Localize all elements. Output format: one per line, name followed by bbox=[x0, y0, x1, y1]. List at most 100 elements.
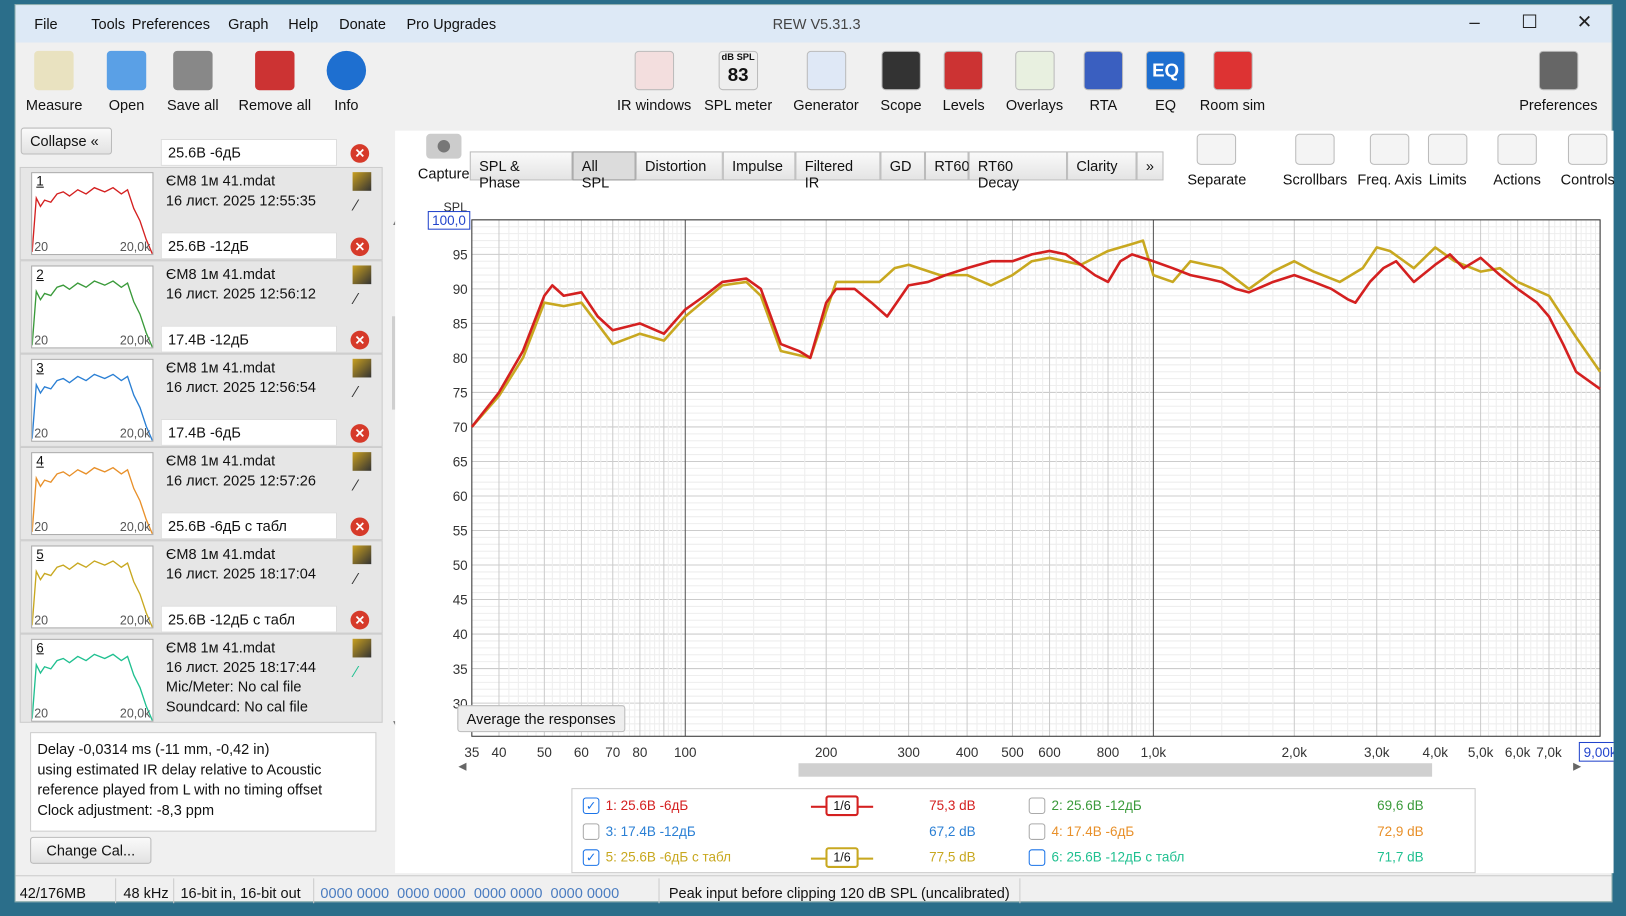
levels-icon bbox=[943, 50, 984, 91]
measurement-thumbnail: 1 20 20,0k bbox=[31, 172, 154, 256]
edit-pen-icon[interactable]: ⁄ bbox=[355, 664, 358, 682]
measurement-file: ЄМ8 1м 41.mdat bbox=[165, 358, 276, 376]
collapse-button[interactable]: Collapse « bbox=[20, 127, 112, 155]
edit-pen-icon[interactable]: ⁄ bbox=[355, 570, 358, 588]
scroll-left-arrow[interactable]: ◀ bbox=[458, 761, 466, 772]
measurement-name-field[interactable]: 25.6В -12дБ bbox=[160, 232, 338, 260]
measurement-thumbnail: 2 20 20,0k bbox=[31, 265, 154, 349]
ir-windows-button[interactable]: IR windows bbox=[617, 50, 691, 113]
legend-label: 1: 25.6В -6дБ bbox=[605, 797, 689, 814]
y-tick-label: 40 bbox=[453, 627, 468, 642]
close-button[interactable]: ✕ bbox=[1569, 11, 1600, 33]
menu-help[interactable]: Help bbox=[288, 16, 318, 33]
remove-measurement-icon[interactable]: ✕ bbox=[350, 330, 370, 350]
limits-button[interactable]: Limits bbox=[1427, 133, 1468, 188]
y-max-label[interactable]: 100,0 bbox=[432, 213, 466, 228]
edit-pen-icon[interactable]: ⁄ bbox=[355, 290, 358, 308]
smoothing-button[interactable]: 1/6 bbox=[825, 847, 859, 868]
save-measurement-icon[interactable] bbox=[352, 638, 372, 658]
tab-impulse[interactable]: Impulse bbox=[722, 151, 796, 181]
smoothing-button[interactable]: 1/6 bbox=[825, 795, 859, 817]
remove-all-button[interactable]: Remove all bbox=[239, 50, 311, 113]
rta-button[interactable]: RTA bbox=[1083, 50, 1124, 113]
tab-filtered-ir[interactable]: Filtered IR bbox=[795, 151, 881, 191]
measurement-name-field[interactable]: 17.4В -12дБ bbox=[160, 325, 338, 353]
maximize-button[interactable]: ☐ bbox=[1514, 11, 1545, 33]
save-measurement-icon[interactable] bbox=[352, 452, 372, 471]
menu-donate[interactable]: Donate bbox=[339, 16, 386, 33]
limits-icon bbox=[1427, 133, 1468, 165]
edit-pen-icon[interactable]: ⁄ bbox=[355, 384, 358, 402]
save-measurement-icon[interactable] bbox=[352, 545, 372, 565]
tab-rt60[interactable]: RT60 bbox=[925, 151, 970, 181]
tab-rt60-decay[interactable]: RT60 Decay bbox=[968, 151, 1068, 191]
legend-panel: ✓ 1: 25.6В -6дБ 1/6 75,3 dB 2: 25.6В -12дБ 69… bbox=[571, 788, 1476, 874]
freq-axis-button[interactable]: Freq. Axis bbox=[1357, 133, 1422, 188]
save-measurement-icon[interactable] bbox=[352, 265, 372, 285]
average-responses-button[interactable]: Average the responses bbox=[457, 705, 626, 733]
generator-icon bbox=[806, 50, 846, 91]
save-measurement-icon[interactable] bbox=[352, 172, 372, 191]
legend-checkbox[interactable] bbox=[1028, 823, 1046, 840]
spl-meter-button[interactable]: dB SPL 83 SPL meter bbox=[704, 50, 772, 113]
controls-button[interactable]: Controls bbox=[1561, 133, 1615, 188]
x-tick-label: 1,0k bbox=[1141, 745, 1167, 760]
info-button[interactable]: Info bbox=[326, 50, 367, 113]
preferences-button[interactable]: Preferences bbox=[1519, 50, 1597, 113]
scroll-right-arrow[interactable]: ▶ bbox=[1573, 761, 1581, 772]
tab-spl-phase[interactable]: SPL & Phase bbox=[469, 151, 573, 191]
measurement-file: ЄМ8 1м 41.mdat bbox=[165, 452, 276, 469]
legend-checkbox[interactable] bbox=[1028, 797, 1046, 815]
room-sim-button[interactable]: Room sim bbox=[1200, 50, 1265, 113]
x-max-label[interactable]: 9,00k bbox=[1584, 745, 1614, 760]
legend-checkbox[interactable] bbox=[582, 823, 600, 840]
generator-button[interactable]: Generator bbox=[793, 50, 859, 113]
remove-measurement-icon[interactable]: ✕ bbox=[350, 144, 370, 163]
tab-gd[interactable]: GD bbox=[880, 151, 926, 181]
status-bar: 42/176MB 48 kHz 16-bit in, 16-bit out 00… bbox=[15, 875, 1612, 904]
measurement-name-field[interactable]: 25.6В -12дБ с табл bbox=[160, 605, 338, 633]
save-all-button[interactable]: Save all bbox=[167, 50, 219, 113]
levels-button[interactable]: Levels bbox=[943, 50, 985, 113]
spl-chart[interactable]: 303540455055606570758085909535 40 50 60 70 80… bbox=[395, 192, 1614, 793]
remove-measurement-icon[interactable]: ✕ bbox=[350, 424, 370, 443]
measurement-name-field[interactable]: 25.6В -6дБ с табл bbox=[160, 512, 338, 540]
menu-graph[interactable]: Graph bbox=[228, 16, 268, 33]
separate-button[interactable]: Separate bbox=[1187, 133, 1246, 188]
x-tick-label: 100 bbox=[674, 745, 696, 760]
remove-measurement-icon[interactable]: ✕ bbox=[350, 517, 370, 537]
x-tick-label: 3,0k bbox=[1364, 745, 1390, 760]
tab-clarity[interactable]: Clarity bbox=[1067, 151, 1137, 181]
scope-button[interactable]: Scope bbox=[880, 50, 922, 113]
horizontal-scrollbar[interactable] bbox=[798, 763, 1433, 777]
menu-file[interactable]: File bbox=[34, 16, 57, 33]
edit-pen-icon[interactable]: ⁄ bbox=[355, 197, 358, 215]
menu-pro-upgrades[interactable]: Pro Upgrades bbox=[407, 16, 497, 33]
measurement-name-field[interactable]: 25.6В -6дБ bbox=[160, 138, 338, 166]
remove-measurement-icon[interactable]: ✕ bbox=[350, 610, 370, 630]
tab-more[interactable]: » bbox=[1136, 151, 1164, 181]
change-cal-button[interactable]: Change Cal... bbox=[30, 836, 152, 864]
edit-pen-icon[interactable]: ⁄ bbox=[355, 477, 358, 495]
tab-distortion[interactable]: Distortion bbox=[635, 151, 723, 181]
menu-tools[interactable]: Tools bbox=[91, 16, 125, 33]
legend-checkbox[interactable] bbox=[1028, 849, 1046, 866]
scrollbars-button[interactable]: Scrollbars bbox=[1283, 133, 1347, 188]
actions-button[interactable]: Actions bbox=[1493, 133, 1541, 188]
legend-checkbox[interactable]: ✓ bbox=[582, 849, 600, 866]
legend-checkbox[interactable]: ✓ bbox=[582, 797, 600, 815]
eq-button[interactable]: EQ EQ bbox=[1145, 50, 1186, 113]
menu-preferences[interactable]: Preferences bbox=[132, 16, 210, 33]
measurement-name-field[interactable]: 17.4В -6дБ bbox=[160, 418, 338, 446]
save-icon bbox=[173, 50, 213, 91]
measure-button[interactable]: Measure bbox=[26, 50, 82, 113]
open-button[interactable]: Open bbox=[106, 50, 147, 113]
capture-button[interactable]: Capture bbox=[418, 133, 470, 181]
tab-all-spl[interactable]: All SPL bbox=[572, 151, 636, 191]
overlays-button[interactable]: Overlays bbox=[1006, 50, 1063, 113]
remove-measurement-icon[interactable]: ✕ bbox=[350, 237, 370, 257]
save-measurement-icon[interactable] bbox=[352, 358, 372, 378]
measurement-card[interactable]: 6 20 20,0k ЄМ8 1м 41.mdat 16 лист. 2025 18:1… bbox=[19, 633, 383, 723]
room-sim-icon bbox=[1212, 50, 1253, 91]
minimize-button[interactable]: – bbox=[1459, 11, 1490, 33]
